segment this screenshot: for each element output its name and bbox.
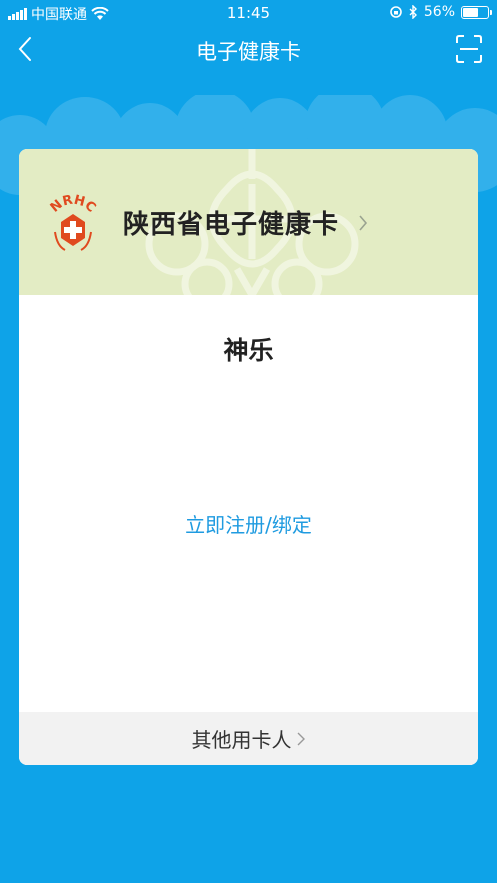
register-bind-link[interactable]: 立即注册/绑定: [19, 509, 478, 538]
battery-percent: 56%: [423, 4, 455, 20]
status-right: 56%: [389, 4, 492, 20]
other-card-users-button[interactable]: 其他用卡人: [19, 712, 478, 765]
battery-fill: [463, 7, 478, 17]
battery-icon: [461, 5, 492, 19]
bluetooth-icon: [409, 5, 417, 19]
user-name: 神乐: [223, 336, 274, 365]
nrhc-logo-icon: NRHC: [48, 193, 99, 251]
scan-icon[interactable]: [455, 34, 483, 64]
chevron-right-icon: [359, 215, 368, 231]
health-card: NRHC 陕西省电子健康卡 神乐 立即注册/绑定 其他用卡人: [19, 149, 478, 765]
card-title: 陕西省电子健康卡: [123, 210, 340, 240]
other-card-users-label: 其他用卡人: [191, 728, 292, 752]
nav-bar: 电子健康卡: [0, 26, 497, 72]
card-header[interactable]: NRHC 陕西省电子健康卡: [19, 149, 478, 295]
status-bar: 中国联通 11:45 56%: [0, 0, 497, 26]
chevron-right-icon: [297, 732, 305, 745]
page-title: 电子健康卡: [196, 40, 301, 64]
svg-text:NRHC: NRHC: [48, 193, 99, 216]
orientation-lock-icon: [390, 6, 402, 18]
